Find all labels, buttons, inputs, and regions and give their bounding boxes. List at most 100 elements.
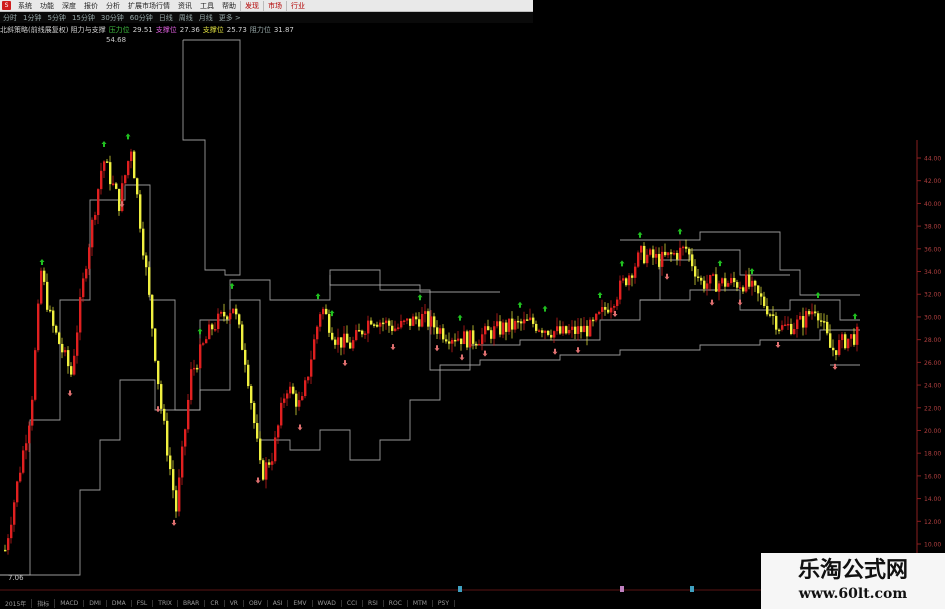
candle-body: [709, 275, 712, 284]
tab-brar[interactable]: BRAR: [178, 599, 206, 607]
candle-body: [712, 274, 715, 276]
candle-body: [739, 287, 742, 289]
candle-body: [208, 324, 211, 340]
buy-signal-arrow: [619, 260, 625, 267]
tab-dma[interactable]: DMA: [107, 599, 132, 607]
candle-body: [553, 331, 556, 338]
tab-year[interactable]: 2015年: [0, 598, 33, 608]
candle-body: [202, 343, 205, 345]
candle-body: [124, 175, 127, 184]
high-price-label: 54.68: [106, 36, 126, 44]
candle-body: [625, 278, 628, 286]
candle-body: [571, 326, 574, 330]
price-tick-label: 26.00: [924, 360, 941, 367]
support-line-3: [329, 275, 500, 293]
candle-body: [508, 318, 511, 332]
candle-body: [304, 380, 307, 397]
candle-body: [844, 334, 847, 349]
tab-emv[interactable]: EMV: [288, 599, 313, 607]
candle-body: [73, 355, 76, 375]
price-tick-label: 44.00: [924, 156, 941, 163]
tab-vr[interactable]: VR: [225, 599, 244, 607]
candle-body: [13, 502, 16, 525]
tab-mtm[interactable]: MTM: [408, 599, 433, 607]
candle-body: [718, 283, 721, 292]
candle-body: [439, 328, 442, 334]
sell-signal-arrow: [664, 273, 670, 280]
candle-body: [367, 320, 370, 334]
candle-body: [745, 274, 748, 292]
candle-body: [31, 399, 34, 426]
candle-body: [235, 308, 238, 315]
candle-body: [541, 330, 544, 333]
candle-body: [268, 462, 271, 465]
candle-body: [778, 329, 781, 332]
candle-body: [592, 319, 595, 322]
signal-arrows: [39, 133, 858, 592]
low-price-label: 7.06: [8, 574, 24, 582]
candle-body: [424, 311, 427, 314]
candle-body: [379, 322, 382, 327]
buy-signal-arrow: [852, 313, 858, 320]
candle-body: [685, 246, 688, 249]
tab-wvad[interactable]: WVAD: [313, 599, 342, 607]
candle-body: [790, 323, 793, 335]
time-marker: [458, 586, 462, 592]
buy-signal-arrow: [417, 294, 423, 301]
candle-body: [754, 280, 757, 286]
tab-macd[interactable]: MACD: [55, 599, 85, 607]
candle-body: [229, 313, 232, 320]
candle-body: [256, 423, 259, 439]
candle-body: [556, 326, 559, 332]
candle-body: [454, 339, 457, 342]
buy-signal-arrow: [39, 259, 45, 266]
candle-body: [706, 283, 709, 289]
candle-body: [400, 320, 403, 328]
candle-body: [274, 437, 277, 462]
candle-body: [535, 323, 538, 331]
candle-body: [190, 369, 193, 400]
candle-body: [511, 318, 514, 330]
sell-signal-arrow: [297, 424, 303, 431]
price-tick-label: 32.00: [924, 292, 941, 299]
candlestick-chart[interactable]: 44.00 42.00 40.00 38.00 36.00 34.00 32.00 30.00…: [0, 0, 945, 609]
candle-body: [703, 280, 706, 289]
tab-fsl[interactable]: FSL: [132, 599, 154, 607]
tab-roc[interactable]: ROC: [384, 599, 408, 607]
tab-obv[interactable]: OBV: [244, 599, 268, 607]
candle-body: [613, 305, 616, 308]
candle-body: [307, 376, 310, 381]
candle-body: [322, 308, 325, 315]
candle-body: [691, 254, 694, 267]
candle-body: [7, 538, 10, 551]
candle-body: [856, 326, 859, 345]
candle-body: [853, 334, 856, 345]
candle-body: [517, 320, 520, 323]
tab-trix[interactable]: TRIX: [153, 599, 178, 607]
candle-body: [655, 253, 658, 258]
candle-body: [793, 328, 796, 335]
candle-body: [352, 340, 355, 349]
candle-body: [157, 360, 160, 385]
candle-body: [766, 306, 769, 315]
candle-body: [814, 311, 817, 314]
candle-body: [661, 251, 664, 267]
tab-rsi[interactable]: RSI: [363, 599, 384, 607]
candle-body: [136, 178, 139, 195]
candle-body: [601, 307, 604, 312]
tab-cr[interactable]: CR: [205, 599, 225, 607]
candle-body: [184, 429, 187, 447]
candle-body: [589, 319, 592, 337]
tab-dmi[interactable]: DMI: [84, 599, 107, 607]
candle-body: [436, 327, 439, 334]
candle-body: [787, 323, 790, 326]
candle-body: [697, 276, 700, 279]
tab-cci[interactable]: CCI: [342, 599, 364, 607]
tab-indicator[interactable]: 指标: [32, 598, 56, 608]
buy-signal-arrow: [101, 140, 107, 147]
candle-body: [409, 318, 412, 326]
candles: [4, 148, 859, 555]
tab-psy[interactable]: PSY: [433, 599, 456, 607]
tab-asi[interactable]: ASI: [268, 599, 289, 607]
candle-body: [298, 400, 301, 407]
